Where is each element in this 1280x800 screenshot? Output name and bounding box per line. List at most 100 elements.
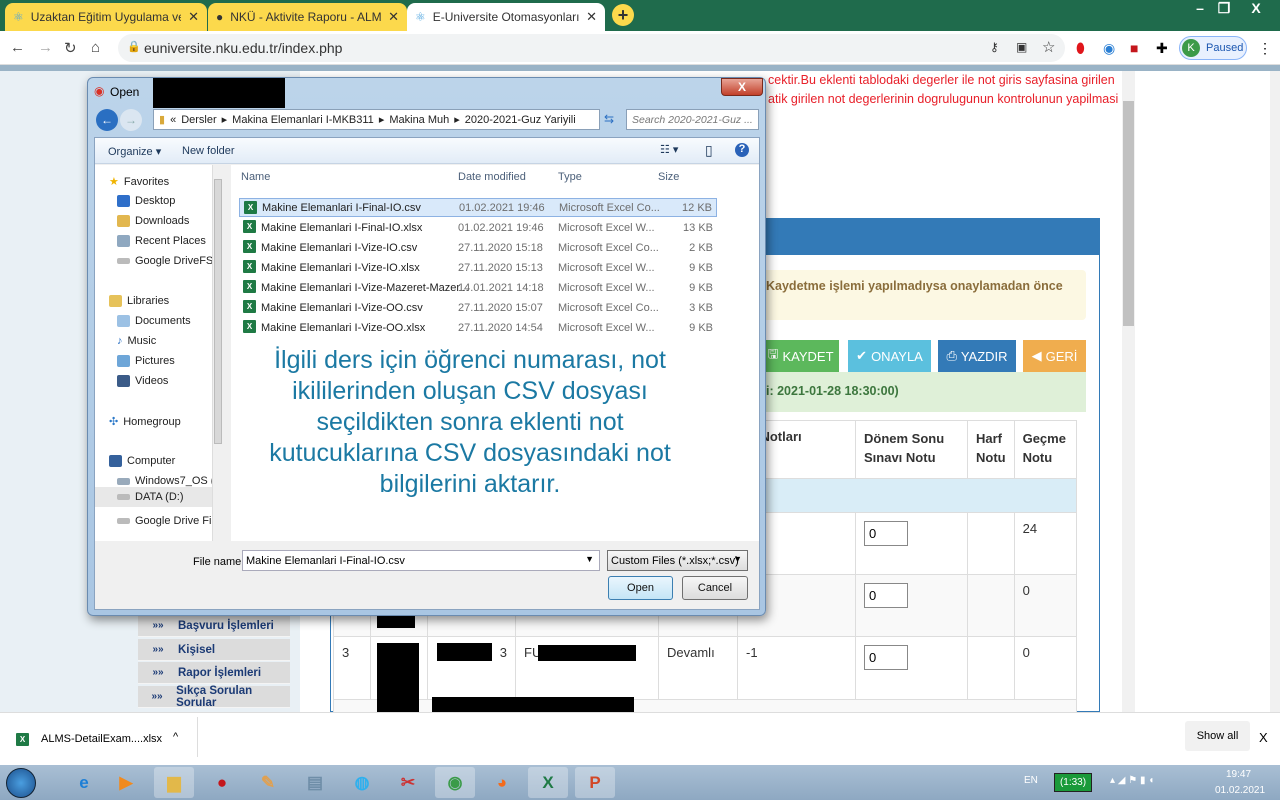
menu-kisisel[interactable]: »» Kişisel bbox=[138, 639, 290, 661]
show-all-button[interactable]: Show all bbox=[1185, 721, 1250, 751]
nav-desktop[interactable]: Desktop bbox=[117, 195, 175, 207]
ie-icon[interactable]: e bbox=[64, 767, 104, 798]
final-grade-input[interactable] bbox=[864, 521, 908, 546]
back-arrow-icon[interactable]: ← bbox=[96, 109, 118, 131]
battery-indicator[interactable]: (1:33) bbox=[1054, 773, 1092, 792]
file-row[interactable]: X Makine Elemanlari I-Vize-OO.csv 27.11.… bbox=[239, 298, 717, 317]
app-red-icon[interactable]: ● bbox=[202, 767, 242, 798]
file-row[interactable]: X Makine Elemanlari I-Vize-OO.xlsx 27.11… bbox=[239, 318, 717, 337]
new-folder-button[interactable]: New folder bbox=[182, 145, 235, 157]
approve-button[interactable]: ✔ ONAYLA bbox=[848, 340, 931, 372]
col-name[interactable]: Name bbox=[241, 171, 270, 183]
nav-documents[interactable]: Documents bbox=[117, 315, 191, 327]
extension-icon[interactable]: ◉ bbox=[1103, 40, 1115, 57]
close-tab-icon[interactable]: ✕ bbox=[586, 9, 597, 25]
nav-drive-c[interactable]: Windows7_OS (C:) bbox=[117, 475, 221, 487]
media-player-icon[interactable]: ▶ bbox=[106, 767, 146, 798]
explorer-icon[interactable]: ▆ bbox=[154, 767, 194, 798]
close-tab-icon[interactable]: ✕ bbox=[188, 9, 199, 25]
file-row[interactable]: X Makine Elemanlari I-Vize-IO.xlsx 27.11… bbox=[239, 258, 717, 277]
open-button[interactable]: Open bbox=[608, 576, 673, 600]
reload-icon[interactable]: ↻ bbox=[64, 39, 77, 57]
nav-homegroup[interactable]: ✣ Homegroup bbox=[109, 415, 181, 429]
file-row[interactable]: X Makine Elemanlari I-Vize-Mazeret-Mazer… bbox=[239, 278, 717, 297]
calculator-icon[interactable]: ▤ bbox=[295, 767, 335, 798]
home-icon[interactable]: ⌂ bbox=[91, 39, 100, 56]
close-downloads-button[interactable]: X bbox=[1259, 730, 1268, 745]
menu-sss[interactable]: »» Sıkça Sorulan Sorular bbox=[138, 685, 290, 709]
file-type-select[interactable]: Custom Files (*.xlsx;*.csv) ▼ bbox=[607, 550, 748, 571]
close-tab-icon[interactable]: ✕ bbox=[388, 9, 399, 25]
breadcrumb[interactable]: ▮ « Dersler ▸ Makina Elemanlari I-MKB311 ▸… bbox=[153, 109, 600, 130]
firefox-icon[interactable]: ◕ bbox=[482, 767, 522, 798]
nav-downloads[interactable]: Downloads bbox=[117, 215, 189, 227]
powerpoint-icon[interactable]: P bbox=[575, 767, 615, 798]
tab-alms[interactable]: ● NKÜ - Aktivite Raporu - ALMS ✕ bbox=[208, 3, 407, 31]
key-icon[interactable]: ⚷ bbox=[990, 40, 999, 54]
download-item[interactable]: ALMS-DetailExam....xlsx bbox=[41, 733, 162, 745]
col-date[interactable]: Date modified bbox=[458, 171, 526, 183]
opera-icon[interactable]: ⬮ bbox=[1076, 40, 1085, 57]
excel-taskbar-icon[interactable]: X bbox=[528, 767, 568, 798]
nav-scrollbar[interactable] bbox=[212, 165, 223, 541]
menu-icon[interactable]: ⋮ bbox=[1258, 40, 1272, 57]
forward-icon[interactable]: → bbox=[38, 39, 53, 56]
menu-rapor[interactable]: »» Rapor İşlemleri bbox=[138, 662, 290, 684]
help-icon[interactable]: ? bbox=[735, 143, 749, 157]
print-button[interactable]: ⎙ YAZDIR bbox=[938, 340, 1016, 372]
nav-music[interactable]: ♪ Music bbox=[117, 335, 156, 347]
profile-button[interactable]: K Paused bbox=[1179, 36, 1247, 60]
chrome-taskbar-icon[interactable]: ◉ bbox=[435, 767, 475, 798]
preview-pane-icon[interactable]: ▯ bbox=[705, 142, 713, 159]
chevron-down-icon[interactable]: ▼ bbox=[585, 554, 594, 564]
address-bar[interactable]: 🔒 euniversite.nku.edu.tr/index.php ⚷ ▣ ☆ bbox=[118, 34, 1065, 62]
final-grade-input[interactable] bbox=[864, 645, 908, 670]
refresh-icon[interactable]: ⇆ bbox=[604, 112, 614, 126]
view-options-icon[interactable]: ☷ ▾ bbox=[660, 143, 678, 156]
clock-time[interactable]: 19:47 bbox=[1226, 769, 1251, 780]
dialog-close-button[interactable]: X bbox=[721, 78, 763, 96]
nav-google-drivefs[interactable]: Google DriveFS bbox=[117, 255, 213, 267]
file-row[interactable]: X Makine Elemanlari I-Final-IO.csv 01.02… bbox=[239, 198, 717, 217]
star-icon[interactable]: ☆ bbox=[1042, 38, 1055, 56]
maximize-button[interactable]: ❐ bbox=[1210, 0, 1238, 20]
new-tab-button[interactable]: + bbox=[612, 4, 634, 26]
nav-libraries[interactable]: Libraries bbox=[109, 295, 169, 307]
sync-icon[interactable]: ◍ bbox=[342, 767, 382, 798]
menu-basvuru[interactable]: »» Başvuru İşlemleri bbox=[138, 615, 290, 637]
chevron-up-icon[interactable]: ^ bbox=[173, 731, 178, 743]
col-size[interactable]: Size bbox=[658, 171, 679, 183]
puzzle-icon[interactable]: ✚ bbox=[1156, 40, 1168, 57]
file-row[interactable]: X Makine Elemanlari I-Final-IO.xlsx 01.0… bbox=[239, 218, 717, 237]
snipping-tool-icon[interactable]: ✂ bbox=[388, 767, 428, 798]
file-row[interactable]: X Makine Elemanlari I-Vize-IO.csv 27.11.… bbox=[239, 238, 717, 257]
search-input[interactable]: Search 2020-2021-Guz ... bbox=[626, 109, 759, 130]
back-icon[interactable]: ← bbox=[10, 39, 25, 56]
language-indicator[interactable]: EN bbox=[1024, 775, 1038, 786]
pdf-icon[interactable]: ■ bbox=[1130, 40, 1138, 56]
cancel-button[interactable]: Cancel bbox=[682, 576, 748, 600]
tab-uzaktan-egitim[interactable]: ⚛Uzaktan Eğitim Uygulama ve Ara✕ bbox=[5, 3, 207, 31]
back-button[interactable]: ◀ GERİ bbox=[1023, 340, 1086, 372]
nav-videos[interactable]: Videos bbox=[117, 375, 168, 387]
final-grade-input[interactable] bbox=[864, 583, 908, 608]
nav-recent[interactable]: Recent Places bbox=[117, 235, 206, 247]
nav-favorites[interactable]: ★ Favorites bbox=[109, 175, 169, 189]
nav-computer[interactable]: Computer bbox=[109, 455, 175, 467]
clock-date[interactable]: 01.02.2021 bbox=[1215, 785, 1265, 796]
paint-icon[interactable]: ✎ bbox=[248, 767, 288, 798]
close-window-button[interactable]: X bbox=[1242, 0, 1270, 20]
tray-icons[interactable]: ▴ ◢ ⚑ ▮ ◖ bbox=[1110, 775, 1154, 786]
scrollbar[interactable] bbox=[1122, 71, 1135, 712]
forward-arrow-icon[interactable]: → bbox=[120, 109, 142, 131]
save-button[interactable]: 🖫 KAYDET bbox=[762, 340, 839, 372]
tab-e-universite[interactable]: ⚛ E-Universite Otomasyonları ✕ bbox=[407, 3, 605, 31]
nav-pictures[interactable]: Pictures bbox=[117, 355, 175, 367]
start-button[interactable] bbox=[6, 768, 36, 798]
translate-icon[interactable]: ▣ bbox=[1016, 40, 1027, 54]
col-type[interactable]: Type bbox=[558, 171, 582, 183]
nav-drive-d[interactable]: DATA (D:) bbox=[95, 487, 221, 507]
nav-google-drive-file[interactable]: Google Drive File bbox=[117, 515, 220, 527]
organize-button[interactable]: Organize ▾ bbox=[108, 145, 161, 158]
outer-scrollbar[interactable] bbox=[1270, 71, 1280, 712]
